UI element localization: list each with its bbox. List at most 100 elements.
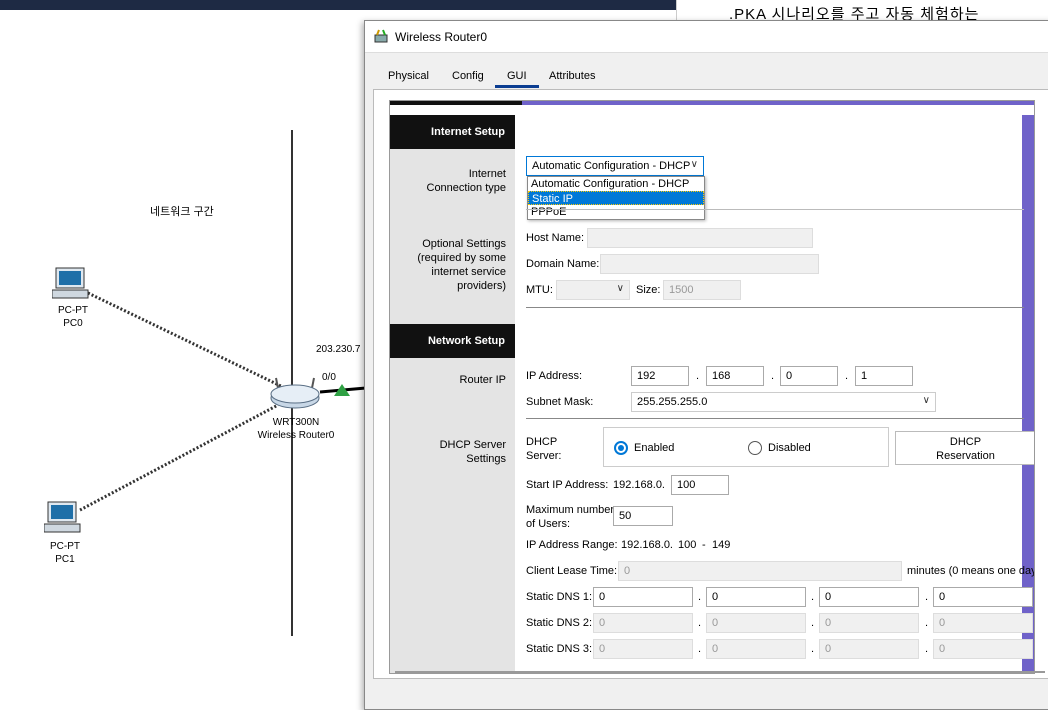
dns2-octet-4-input[interactable]: 0 (933, 613, 1033, 633)
horizontal-scrollbar[interactable] (395, 671, 1045, 673)
subnet-mask-label: Subnet Mask: (526, 396, 594, 408)
dns1-octet-1-input[interactable]: 0 (593, 587, 693, 607)
dhcp-server-label: DHCP Server: (526, 436, 562, 462)
lease-time-label: Client Lease Time: (526, 565, 618, 577)
pc1-icon[interactable] (44, 500, 82, 536)
ip-dot: . (771, 370, 775, 382)
ip-dot: . (696, 370, 700, 382)
wireless-router-dialog[interactable]: Wireless Router0 Physical Config GUI Att… (364, 20, 1048, 710)
tab-config[interactable]: Config (452, 70, 484, 82)
dns2-label: Static DNS 2: (526, 617, 593, 629)
tab-attributes[interactable]: Attributes (549, 70, 595, 82)
dns-dot: . (925, 617, 929, 629)
ip-range-separator: - (702, 539, 706, 551)
dns1-label: Static DNS 1: (526, 591, 593, 603)
ip-octet-4-input[interactable]: 1 (855, 366, 913, 386)
dns3-label: Static DNS 3: (526, 643, 593, 655)
enabled-label: Enabled (634, 442, 675, 454)
wireless-router-icon[interactable] (270, 376, 322, 410)
host-name-input[interactable] (587, 228, 813, 248)
ip-link-label: 203.230.7 (316, 344, 361, 355)
pc0-icon[interactable] (52, 266, 90, 302)
dialog-titlebar[interactable]: Wireless Router0 (365, 21, 1048, 53)
connection-type-dropdown: Automatic Configuration - DHCP Static IP… (527, 176, 705, 220)
dns1-octet-4-input[interactable]: 0 (933, 587, 1033, 607)
dns-dot: . (811, 591, 815, 603)
pc1-label: PC-PT PC1 (50, 541, 80, 565)
dhcp-enabled-radio[interactable] (614, 441, 628, 455)
dns-dot: . (925, 591, 929, 603)
network-setup-header: Network Setup (390, 324, 515, 358)
page-top-strip (390, 101, 522, 105)
connection-type-label: Internet Connection type (426, 168, 507, 194)
mtu-select[interactable]: ∨ (556, 280, 630, 300)
router-web-page[interactable]: Internet Setup Internet Connection type … (389, 100, 1035, 674)
ip-range-prefix: 192.168.0. (621, 539, 673, 551)
dns3-octet-4-input[interactable]: 0 (933, 639, 1033, 659)
divider (526, 418, 1024, 419)
dns3-octet-3-input[interactable]: 0 (819, 639, 919, 659)
dns3-octet-2-input[interactable]: 0 (706, 639, 806, 659)
start-ip-prefix: 192.168.0. (613, 479, 665, 491)
subnet-mask-select[interactable]: 255.255.255.0 ∨ (631, 392, 936, 412)
router-label: WRT300N Wireless Router0 (257, 417, 335, 441)
dns-dot: . (811, 617, 815, 629)
tab-physical[interactable]: Physical (388, 70, 429, 82)
option-static-ip[interactable]: Static IP (528, 191, 704, 205)
pc0-label: PC-PT PC0 (58, 305, 88, 329)
dns-dot: . (698, 591, 702, 603)
dns1-octet-3-input[interactable]: 0 (819, 587, 919, 607)
size-input[interactable]: 1500 (663, 280, 741, 300)
ip-octet-2-input[interactable]: 168 (706, 366, 764, 386)
ip-octet-3-input[interactable]: 0 (780, 366, 838, 386)
dns2-octet-2-input[interactable]: 0 (706, 613, 806, 633)
dhcp-reservation-button[interactable]: DHCP Reservation (895, 431, 1034, 465)
left-column-network (390, 358, 515, 673)
option-dhcp[interactable]: Automatic Configuration - DHCP (528, 177, 704, 191)
dns1-octet-2-input[interactable]: 0 (706, 587, 806, 607)
option-pppoe[interactable]: PPPoE (528, 205, 704, 219)
lease-time-input[interactable]: 0 (618, 561, 902, 581)
router-app-icon (374, 29, 388, 43)
divider (526, 209, 1024, 210)
dhcp-disabled-radio[interactable] (748, 441, 762, 455)
ip-octet-1-input[interactable]: 192 (631, 366, 689, 386)
background-top-bar (0, 0, 676, 10)
ip-address-label: IP Address: (526, 370, 583, 382)
ip-range-label: IP Address Range: (526, 539, 618, 551)
dns-dot: . (698, 617, 702, 629)
dns2-octet-3-input[interactable]: 0 (819, 613, 919, 633)
internet-setup-header: Internet Setup (390, 115, 515, 149)
disabled-label: Disabled (768, 442, 811, 454)
ip-range-start: 100 (678, 539, 697, 551)
start-ip-input[interactable]: 100 (671, 475, 729, 495)
max-users-input[interactable]: 50 (613, 506, 673, 526)
tab-gui[interactable]: GUI (495, 70, 538, 88)
topology-links (79, 291, 366, 512)
dns2-octet-1-input[interactable]: 0 (593, 613, 693, 633)
domain-name-label: Domain Name: (526, 258, 600, 270)
dialog-title: Wireless Router0 (395, 30, 488, 44)
chevron-down-icon: ∨ (690, 159, 698, 170)
link-pc0-router (87, 291, 286, 390)
divider (526, 307, 1024, 308)
chevron-down-icon: ∨ (922, 395, 930, 406)
size-label: Size: (636, 284, 661, 296)
dhcp-settings-label: DHCP Server Settings (439, 439, 506, 465)
dns-dot: . (698, 643, 702, 655)
dns3-octet-1-input[interactable]: 0 (593, 639, 693, 659)
domain-name-input[interactable] (600, 254, 819, 274)
dns-dot: . (925, 643, 929, 655)
ip-dot: . (845, 370, 849, 382)
lease-time-suffix: minutes (0 means one day) (907, 565, 1035, 577)
page-accent-strip (522, 101, 1034, 105)
connection-type-select[interactable]: Automatic Configuration - DHCP ∨ (526, 156, 704, 176)
mtu-label: MTU: (526, 284, 553, 296)
start-ip-label: Start IP Address: (526, 479, 609, 491)
zone-label: 네트워크 구간 (150, 206, 214, 218)
ip-range-end: 149 (712, 539, 731, 551)
max-users-label: Maximum number of Users: (526, 504, 615, 530)
dns-dot: . (811, 643, 815, 655)
router-ip-label: Router IP (459, 374, 506, 386)
topology-workspace[interactable]: 네트워크 구간 PC-PT PC0 PC-PT PC1 WRT300N Wire… (0, 10, 366, 698)
